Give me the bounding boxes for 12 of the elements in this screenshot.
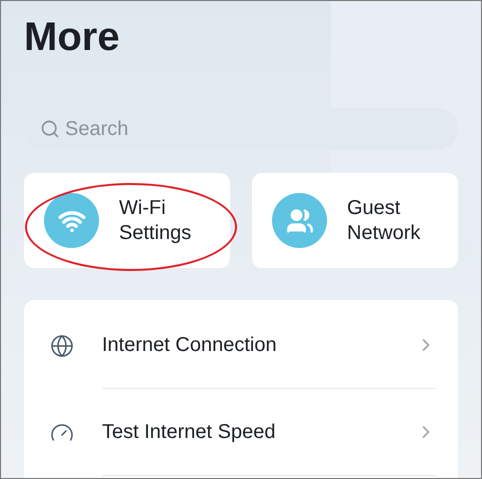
menu-item[interactable]: Test Internet Speed	[24, 389, 458, 476]
shortcut-label: Wi-Fi Settings	[119, 196, 192, 246]
shortcut-label: Guest Network	[347, 196, 420, 246]
shortcut-card[interactable]: Guest Network	[252, 173, 458, 268]
menu-item[interactable]: Internet Connection	[24, 302, 458, 389]
globe-icon	[50, 334, 74, 358]
menu-label: Internet Connection	[102, 333, 278, 358]
shortcut-card[interactable]: Wi-Fi Settings	[24, 173, 230, 268]
page-title: More	[24, 14, 121, 61]
users-icon	[286, 206, 314, 234]
search-icon	[40, 119, 60, 139]
menu-label: Test Internet Speed	[102, 420, 276, 445]
